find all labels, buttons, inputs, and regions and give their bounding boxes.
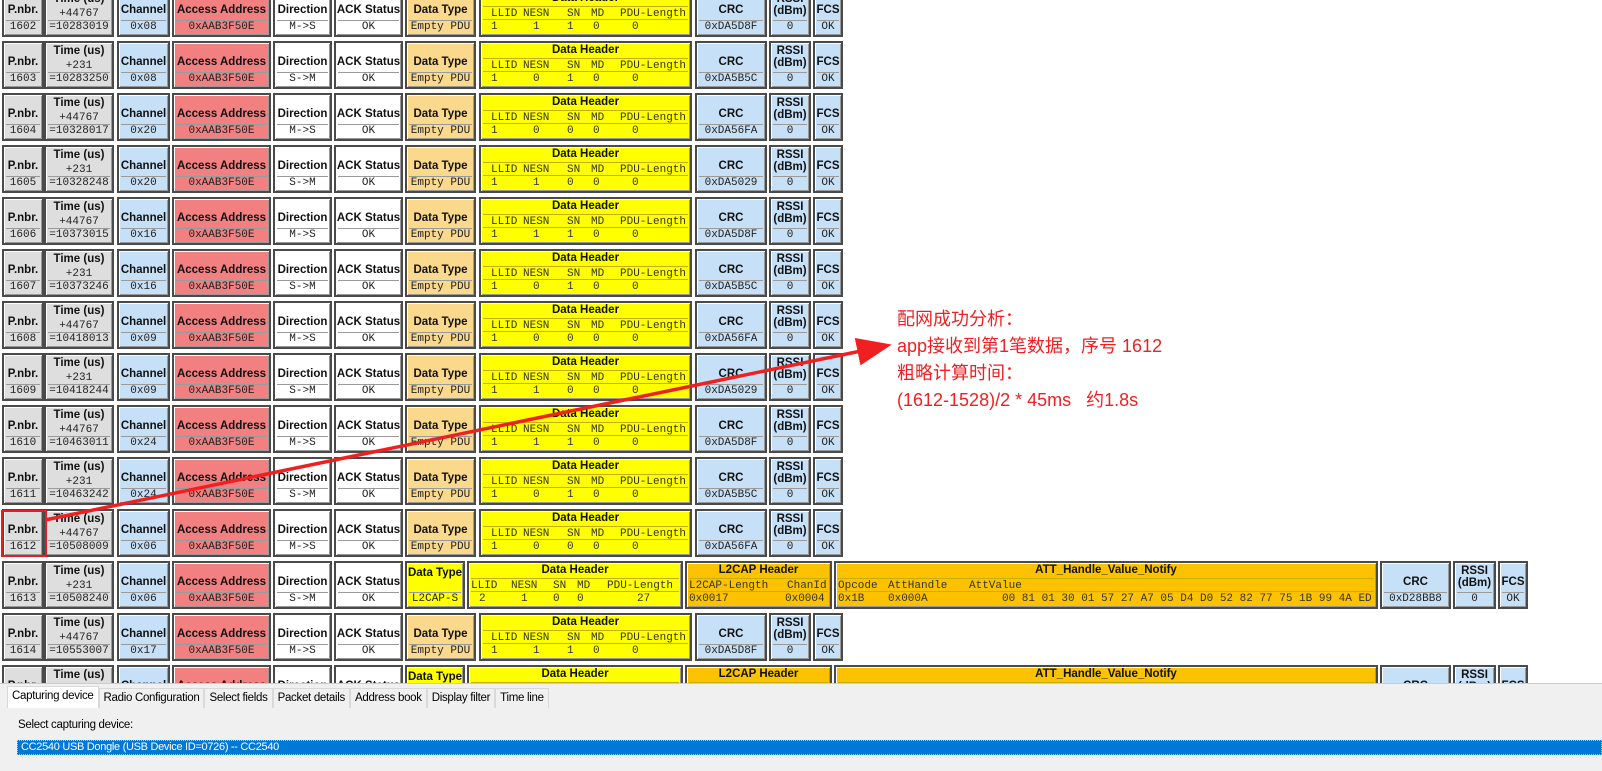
tab-capturing-device[interactable]: Capturing device: [7, 686, 99, 709]
tab-time-line[interactable]: Time line: [495, 688, 549, 709]
annotation-line: 粗略计算时间：: [897, 363, 1023, 383]
annotation-arrow: [44, 337, 892, 522]
select-device-label: Select capturing device:: [18, 719, 133, 731]
device-list-item-selected[interactable]: CC2540 USB Dongle (USB Device ID=0726) -…: [17, 740, 1602, 755]
tab-bar: Capturing device Radio Configuration Sel…: [7, 686, 549, 709]
annotation-line: app接收到第1笔数据，序号 1612: [897, 336, 1163, 356]
tab-select-fields[interactable]: Select fields: [204, 688, 273, 709]
tab-address-book[interactable]: Address book: [349, 688, 427, 709]
tab-radio-configuration[interactable]: Radio Configuration: [98, 688, 205, 709]
tab-display-filter[interactable]: Display filter: [426, 688, 496, 709]
tab-packet-details[interactable]: Packet details: [272, 688, 350, 709]
annotation-line: (1612-1528)/2 * 45ms 约1.8s: [897, 390, 1139, 410]
annotation-line: 配网成功分析：: [897, 309, 1023, 329]
bottom-panel: Capturing device Radio Configuration Sel…: [0, 683, 1602, 771]
annotation-note: 配网成功分析： app接收到第1笔数据，序号 1612 粗略计算时间： (161…: [897, 306, 1162, 414]
